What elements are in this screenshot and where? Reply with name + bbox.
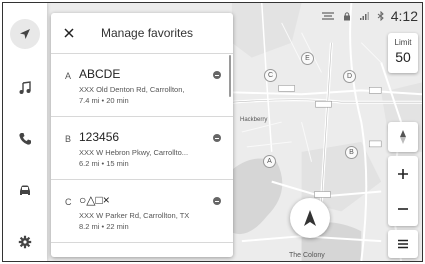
- bluetooth-icon: [377, 11, 384, 21]
- favorite-item-a[interactable]: A ABCDE XXX Old Denton Rd, Carrollton, 7…: [51, 54, 233, 117]
- favorite-address: XXX W Parker Rd, Carrollton, TX: [79, 211, 190, 220]
- side-rail: [3, 3, 47, 261]
- gear-icon: [18, 235, 32, 249]
- map-label-hackberry: Hackberry: [240, 117, 268, 123]
- compass-icon: [400, 130, 406, 144]
- menu-icon: [398, 239, 408, 249]
- speed-limit-value: 50: [395, 49, 411, 65]
- favorite-name: ABCDE: [79, 67, 121, 81]
- navigation-arrow-icon: [304, 210, 316, 226]
- phone-rail-button[interactable]: [10, 124, 40, 154]
- favorite-key: C: [65, 197, 72, 207]
- remove-favorite-button[interactable]: [213, 71, 221, 79]
- manage-favorites-panel: Manage favorites A ABCDE XXX Old Denton …: [51, 13, 233, 257]
- map-poi-a[interactable]: A: [263, 155, 276, 168]
- map-poi-b[interactable]: B: [345, 146, 358, 159]
- speed-limit-label: Limit: [394, 38, 412, 47]
- favorite-item-c[interactable]: C ○△□× XXX W Parker Rd, Carrollton, TX 8…: [51, 180, 233, 243]
- audio-rail-button[interactable]: [10, 73, 40, 103]
- favorite-key: B: [65, 134, 72, 144]
- map-label-the-colony: The Colony: [289, 252, 325, 259]
- vehicle-rail-button[interactable]: [10, 175, 40, 205]
- menu-button[interactable]: [388, 230, 418, 258]
- favorite-name: ○△□×: [79, 193, 110, 207]
- zoom-in-icon[interactable]: [397, 168, 409, 180]
- favorite-key: A: [65, 71, 72, 81]
- remove-favorite-button[interactable]: [213, 197, 221, 205]
- favorite-name: 123456: [79, 130, 120, 144]
- screen: Hackberry The Colony C E D A B Manage fa…: [2, 2, 423, 262]
- settings-rail-button[interactable]: [10, 227, 40, 257]
- signal-strength-icon: [359, 12, 369, 20]
- speed-limit-sign: Limit 50: [388, 33, 418, 73]
- phone-icon: [19, 133, 31, 145]
- status-bar: 4:12: [321, 7, 418, 25]
- current-location-button[interactable]: [290, 198, 330, 238]
- panel-header: Manage favorites: [51, 13, 233, 54]
- favorite-address: XXX Old Denton Rd, Carrollton,: [79, 85, 185, 94]
- map-poi-e[interactable]: E: [301, 52, 314, 65]
- close-button[interactable]: [61, 25, 77, 41]
- map-poi-d[interactable]: D: [343, 70, 356, 83]
- map-poi-c[interactable]: C: [264, 69, 277, 82]
- favorite-distance-time: 7.4 mi • 20 min: [79, 96, 129, 105]
- navigation-arrow-icon: [20, 29, 30, 39]
- lock-icon: [343, 12, 350, 21]
- traffic-icon: [321, 12, 334, 20]
- remove-favorite-button[interactable]: [213, 134, 221, 142]
- zoom-control: [388, 156, 418, 226]
- navigation-rail-button[interactable]: [10, 19, 40, 49]
- favorite-distance-time: 6.2 mi • 15 min: [79, 159, 129, 168]
- favorite-address: XXX W Hebron Pkwy, Carrollto...: [79, 148, 189, 157]
- car-icon: [20, 185, 30, 195]
- panel-scrollbar[interactable]: [229, 55, 231, 97]
- favorite-distance-time: 8.2 mi • 22 min: [79, 222, 129, 231]
- music-note-icon: [19, 81, 31, 94]
- compass-button[interactable]: [388, 122, 418, 152]
- favorite-item-b[interactable]: B 123456 XXX W Hebron Pkwy, Carrollto...…: [51, 117, 233, 180]
- clock-time: 4:12: [390, 8, 418, 24]
- zoom-out-icon[interactable]: [397, 203, 409, 215]
- panel-title: Manage favorites: [101, 26, 194, 40]
- close-icon: [64, 28, 74, 38]
